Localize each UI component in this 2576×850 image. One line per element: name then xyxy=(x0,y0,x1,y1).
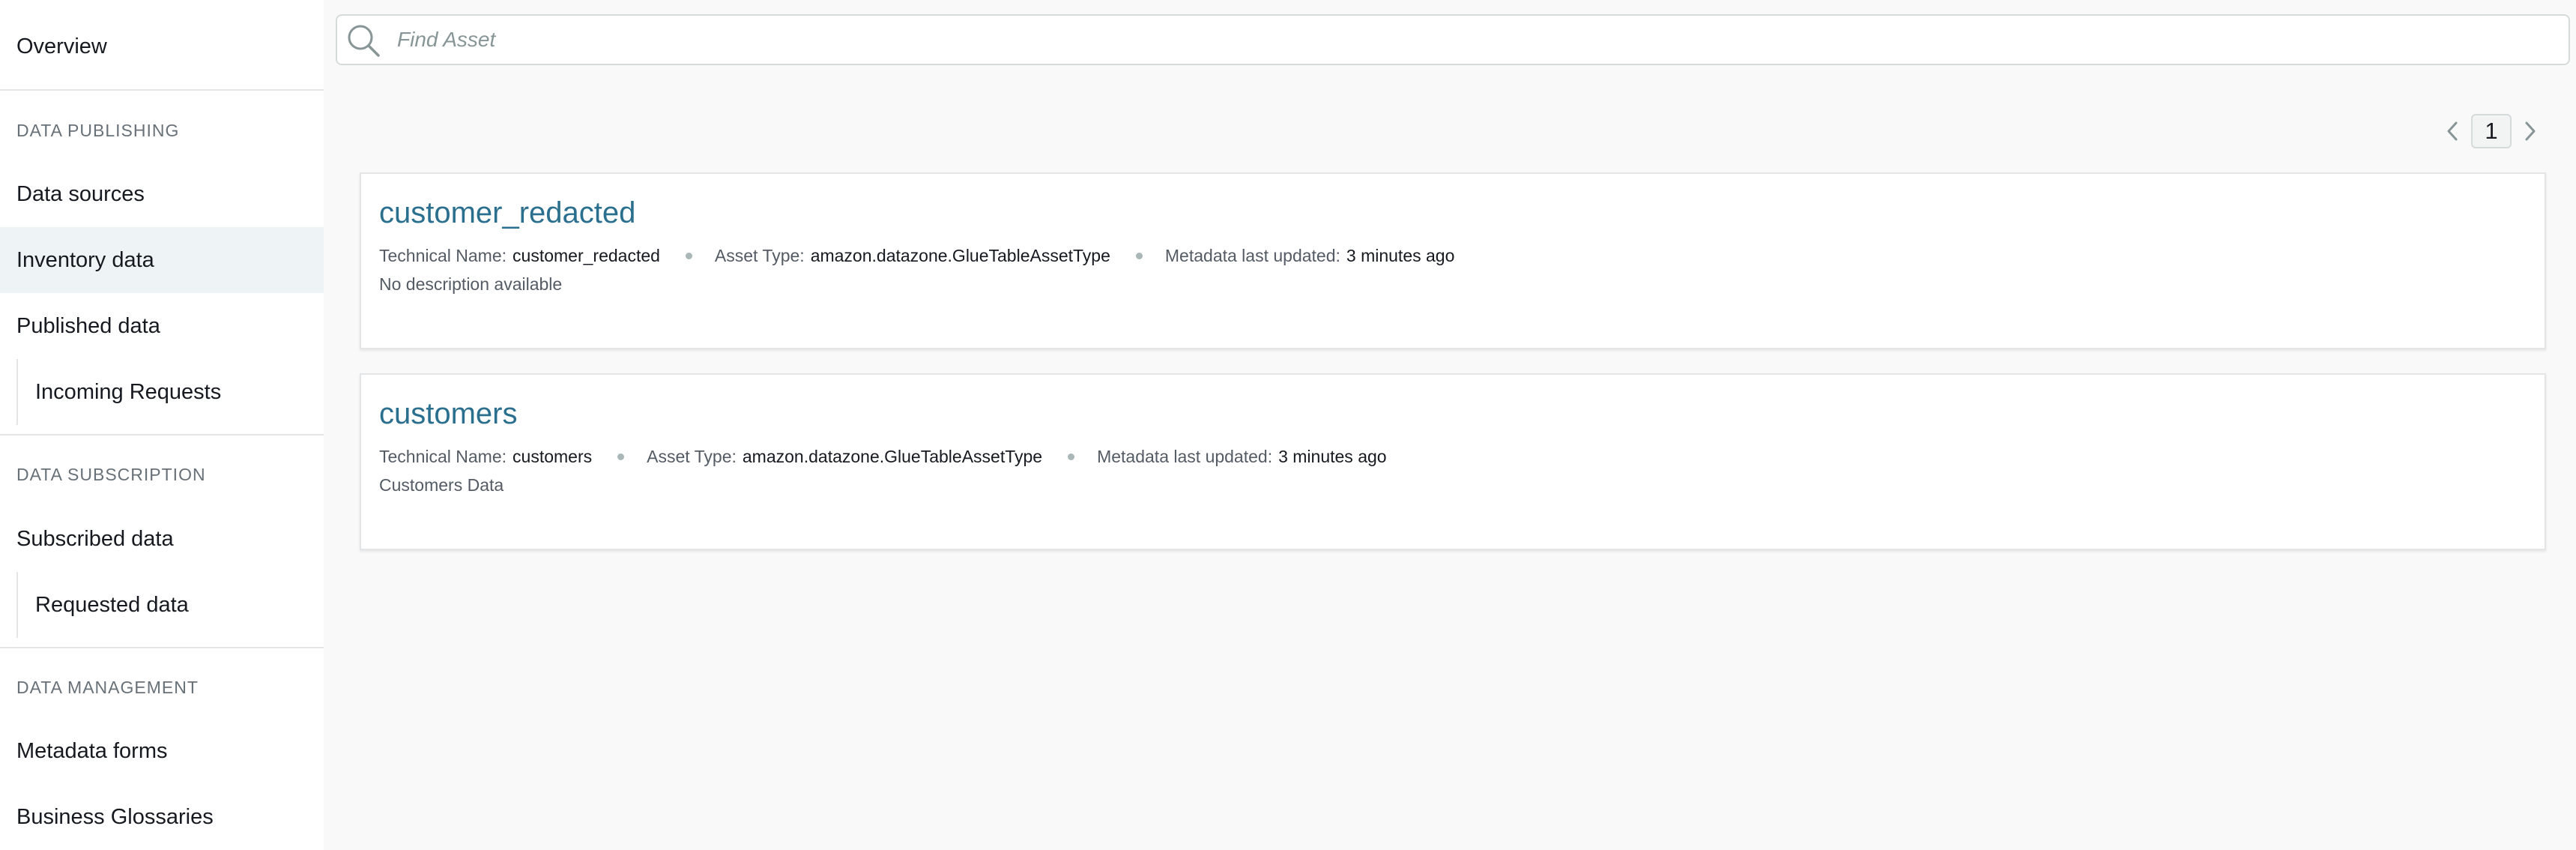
chevron-left-icon xyxy=(2447,121,2458,141)
sidebar-item-incoming-requests[interactable]: Incoming Requests xyxy=(0,359,324,425)
separator-dot xyxy=(1135,252,1143,259)
last-updated-value: 3 minutes ago xyxy=(1278,447,1387,466)
page-number-button[interactable]: 1 xyxy=(2471,114,2512,148)
asset-metadata: Technical Name: customers Asset Type: am… xyxy=(379,444,1387,469)
section-header-data-publishing: DATA PUBLISHING xyxy=(16,121,180,140)
chevron-right-icon xyxy=(2525,121,2536,141)
technical-name-value: customer_redacted xyxy=(513,246,660,265)
technical-name-label: Technical Name: xyxy=(379,246,507,265)
asset-title-link[interactable]: customer_redacted xyxy=(379,193,635,232)
last-updated-value: 3 minutes ago xyxy=(1346,246,1455,265)
asset-title-link[interactable]: customers xyxy=(379,394,518,433)
pagination: 1 xyxy=(2440,114,2543,148)
sidebar-item-business-glossaries[interactable]: Business Glossaries xyxy=(0,784,324,850)
section-header-data-subscription: DATA SUBSCRIPTION xyxy=(16,465,206,484)
last-updated-label: Metadata last updated: xyxy=(1164,246,1340,265)
separator-dot xyxy=(685,252,692,259)
sidebar-divider xyxy=(0,89,324,91)
search-bar xyxy=(336,14,2570,65)
asset-type-label: Asset Type: xyxy=(714,246,805,265)
search-icon xyxy=(346,23,381,58)
technical-name-label: Technical Name: xyxy=(379,447,507,466)
sidebar-nav: Overview DATA PUBLISHING Data sources In… xyxy=(0,0,324,850)
sidebar-item-overview[interactable]: Overview xyxy=(16,30,107,63)
sidebar-divider xyxy=(0,434,324,435)
separator-dot xyxy=(1068,453,1075,460)
previous-page-button[interactable] xyxy=(2440,114,2465,148)
last-updated-label: Metadata last updated: xyxy=(1097,447,1273,466)
asset-metadata: Technical Name: customer_redacted Asset … xyxy=(379,243,1454,268)
technical-name-value: customers xyxy=(513,447,593,466)
sidebar-item-metadata-forms[interactable]: Metadata forms xyxy=(0,718,324,784)
asset-description: Customers Data xyxy=(379,475,504,495)
sidebar-item-data-sources[interactable]: Data sources xyxy=(0,161,324,227)
asset-description: No description available xyxy=(379,274,563,294)
section-header-data-management: DATA MANAGEMENT xyxy=(16,678,199,697)
asset-card: customer_redacted Technical Name: custom… xyxy=(360,172,2546,349)
sidebar-item-inventory-data[interactable]: Inventory data xyxy=(0,227,324,293)
next-page-button[interactable] xyxy=(2518,114,2543,148)
separator-dot xyxy=(617,453,625,460)
app-root: Overview DATA PUBLISHING Data sources In… xyxy=(0,0,2576,850)
sidebar-divider xyxy=(0,647,324,648)
sidebar-item-requested-data[interactable]: Requested data xyxy=(0,572,324,638)
asset-card: customers Technical Name: customers Asse… xyxy=(360,373,2546,550)
asset-type-value: amazon.datazone.GlueTableAssetType xyxy=(742,447,1043,466)
asset-type-label: Asset Type: xyxy=(647,447,737,466)
search-input[interactable] xyxy=(397,20,2555,59)
sidebar-item-published-data[interactable]: Published data xyxy=(0,293,324,359)
sidebar-item-subscribed-data[interactable]: Subscribed data xyxy=(0,506,324,572)
asset-type-value: amazon.datazone.GlueTableAssetType xyxy=(810,246,1110,265)
